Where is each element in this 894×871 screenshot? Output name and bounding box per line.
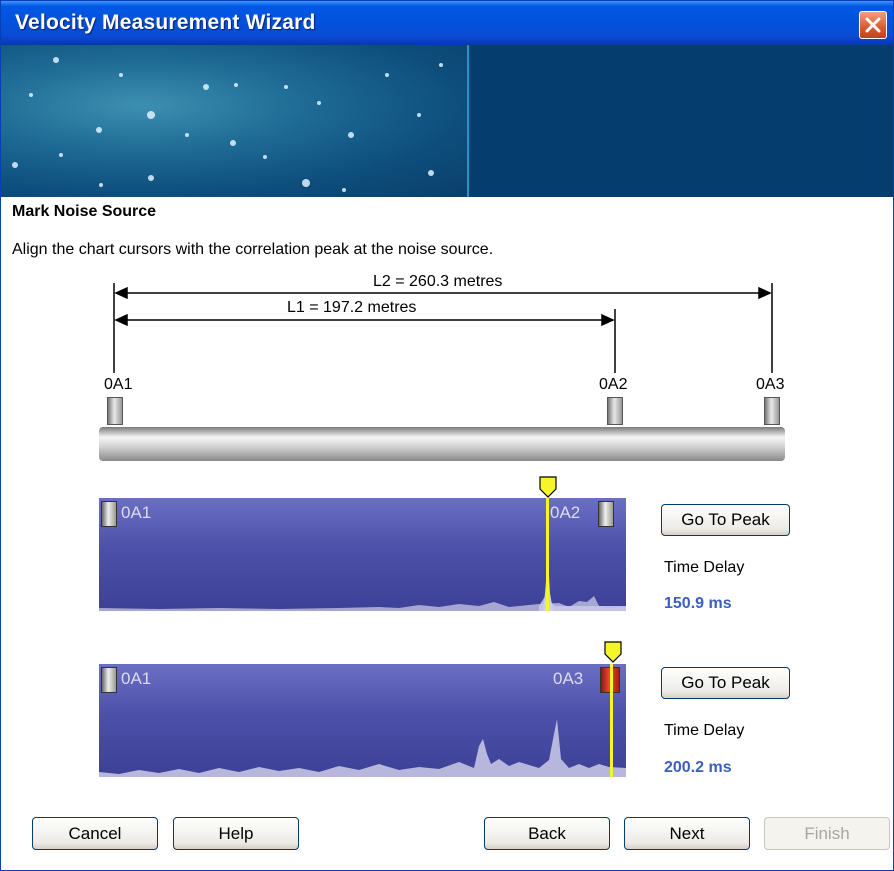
l1-label: L1 = 197.2 metres [287, 299, 417, 316]
l2-label: L2 = 260.3 metres [373, 273, 503, 290]
sensor-icon-1 [107, 397, 123, 425]
chart2-cursor-line[interactable] [610, 664, 613, 777]
sensor-icon-2 [607, 397, 623, 425]
chart2-time-delay-value: 200.2 ms [664, 759, 732, 776]
chart1-go-to-peak-button[interactable]: Go To Peak [661, 504, 790, 536]
pipe-graphic [99, 427, 785, 461]
chart1-cursor-line[interactable] [546, 498, 549, 611]
chart1-time-delay-value: 150.9 ms [664, 595, 732, 612]
chart1-time-delay-label: Time Delay [664, 559, 745, 576]
chart1-right-label: 0A2 [550, 503, 581, 522]
chart2-left-label: 0A1 [121, 669, 152, 688]
sensor-label-1: 0A1 [104, 376, 133, 393]
chart1-left-sensor-icon [101, 501, 117, 527]
l1-arrow-left [114, 313, 128, 327]
sensor-icon-3 [764, 397, 780, 425]
correlation-chart-1[interactable]: 0A1 0A2 [99, 498, 626, 611]
wizard-window: Velocity Measurement Wizard Mark Noise S… [0, 0, 894, 871]
help-button[interactable]: Help [173, 817, 299, 850]
chart2-go-to-peak-button[interactable]: Go To Peak [661, 667, 790, 699]
finish-button[interactable]: Finish [764, 817, 890, 850]
cancel-button[interactable]: Cancel [32, 817, 158, 850]
back-button[interactable]: Back [484, 817, 610, 850]
l2-arrow-left [114, 286, 128, 300]
chart2-time-delay-label: Time Delay [664, 722, 745, 739]
chart2-cursor-handle-icon[interactable] [603, 641, 623, 665]
chart2-left-sensor-icon [101, 667, 117, 693]
l1-arrow-right [601, 313, 615, 327]
next-button[interactable]: Next [624, 817, 750, 850]
chart1-cursor-handle-icon[interactable] [538, 476, 558, 500]
chart1-right-sensor-icon [598, 501, 614, 527]
distance-diagram [113, 283, 773, 373]
chart1-left-label: 0A1 [121, 503, 152, 522]
correlation-trace-2 [99, 719, 626, 777]
correlation-chart-2[interactable]: 0A1 0A3 [99, 664, 626, 777]
sensor-label-3: 0A3 [756, 376, 785, 393]
sensor-label-2: 0A2 [599, 376, 628, 393]
chart2-right-label: 0A3 [553, 669, 584, 688]
l2-arrow-right [758, 286, 772, 300]
